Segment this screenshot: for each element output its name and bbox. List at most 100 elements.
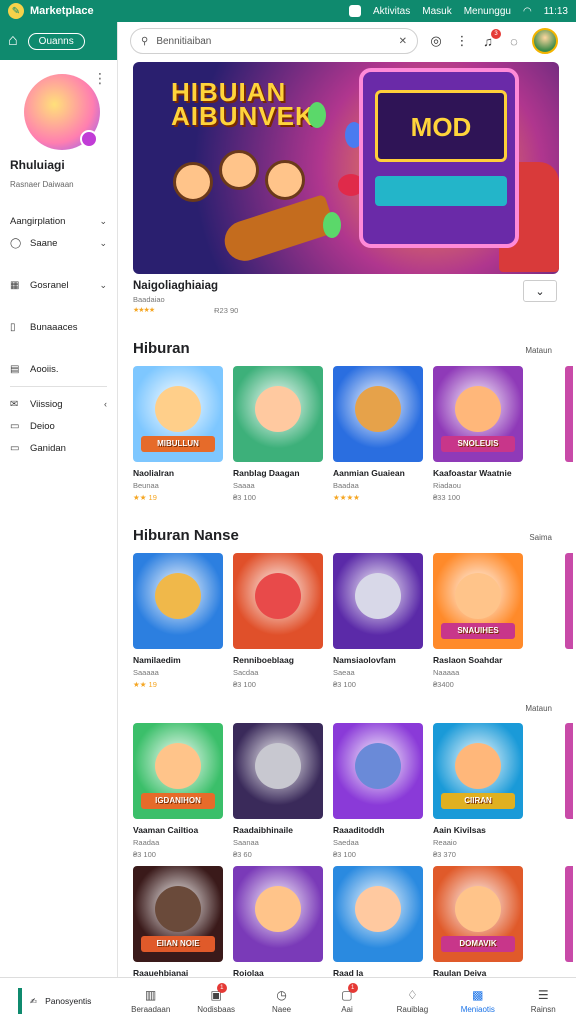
bottom-nav-brand[interactable]: ✍ Panosyentis [0,978,118,1024]
thumbnail-logo-text: SNOLEUIS [441,436,515,452]
character-face [155,573,201,619]
sidebar-item-aangirplation[interactable]: Aangirplation ⌄ [10,210,107,232]
game-thumbnail: IGDANIHON [133,723,223,819]
signature-icon: ✍ [30,995,38,1006]
next-card-peek[interactable] [565,866,573,962]
card-title: Namsiaolovfam [333,655,396,665]
gem-icon [308,102,326,128]
game-card[interactable]: Raadaibhinaile Saanaa ₴3 60 [233,723,323,859]
chat-icon: ◯ [10,237,22,249]
game-thumbnail [233,866,323,962]
expand-button[interactable]: ⌄ [523,280,557,302]
search-icon: ⚲ [141,35,149,47]
account-circle-icon[interactable]: ◎ [428,33,444,49]
thumbnail-logo-text: CIIRAN [441,793,515,809]
bottom-nav-label: Nodisbaas [197,1005,236,1014]
chevron-down-icon: ⌄ [99,237,107,248]
game-card[interactable]: Namsiaolovfam Saeaa ₴3 100 [333,553,423,689]
arcade-screen: MOD [375,90,507,162]
sidebar-item-saane[interactable]: ◯ Saane ⌄ [10,232,107,254]
bottom-nav-item[interactable]: ▢ 1 Aai [314,978,379,1024]
bottom-nav-item[interactable]: ▥ Beraadaan [118,978,183,1024]
game-card[interactable]: IGDANIHON Vaaman Cailtioa Raadaa ₴3 100 [133,723,223,859]
character-face [265,160,305,200]
game-card[interactable]: Raad la [333,866,423,977]
bottom-nav-item[interactable]: ▣ 1 Nodisbaas [183,978,248,1024]
sidebar-item-label: Bunaaaces [30,321,78,333]
card-meta: ₴3400 [433,680,454,689]
card-meta: ★★ 19 [133,680,157,689]
sidebar-pill-button[interactable]: Ouanns [27,32,85,50]
sidebar-item-label: Ganidan [30,442,66,454]
game-card[interactable]: Raaaditoddh Saedaa ₴3 100 [333,723,423,859]
home-icon[interactable]: ⌂ [8,32,18,50]
sidebar-item-aooiis[interactable]: ▤ Aooiis. [10,358,107,380]
see-more-link[interactable]: Mataun [525,346,552,355]
bottom-nav-item[interactable]: ☰ Rainsn [511,978,576,1024]
game-card[interactable]: Namilaedim Saaaaa ★★ 19 [133,553,223,689]
game-thumbnail: EIIAN NOIE [133,866,223,962]
game-card[interactable]: DOMAVIK Raulan Deiva [433,866,523,977]
see-more-link[interactable]: Saima [529,533,552,542]
search-input[interactable]: ⚲ Bennitiaiban ✕ [130,28,418,54]
card-subtitle: Reaaio [433,838,457,847]
game-card[interactable]: SNOLEUIS Kaafoastar Waatnie Riadaou ₴33 100 [433,366,523,502]
clipboard-icon: ▤ [10,363,20,375]
bottom-nav-item[interactable]: ▩ Meniaotis [445,978,510,1024]
doc-icon: ▯ [10,321,16,333]
see-more-link[interactable]: Mataun [525,704,552,713]
game-card[interactable]: Ranblag Daagan Saaaa ₴3 100 [233,366,323,502]
more-options-icon[interactable]: ⋮ [93,70,107,87]
game-thumbnail [233,723,323,819]
next-card-peek[interactable] [565,553,573,649]
hero-banner[interactable]: HIBUIAN AIBUNVEK MOD [133,62,559,274]
card-title: Raulan Deiva [433,968,487,977]
thumbnail-logo-text: MIBULLUN [141,436,215,452]
sidebar-item-ganidan[interactable]: ▭ Ganidan [10,437,107,459]
character-face [355,886,401,932]
help-icon[interactable]: ◌ [506,34,522,49]
sidebar-item-gosranel[interactable]: ▦ Gosranel ⌄ [10,274,107,296]
card-title: Raslaon Soahdar [433,655,503,665]
card-title: Kaafoastar Waatnie [433,468,512,478]
card-subtitle: Beunaa [133,481,159,490]
user-avatar[interactable] [532,28,558,54]
card-meta: ★★ 19 [133,493,157,502]
bottom-nav-item[interactable]: ◷ Naee [249,978,314,1024]
game-card[interactable]: CIIRAN Aain Kivilsas Reaaio ₴3 370 [433,723,523,859]
sidebar-item-deioo[interactable]: ▭ Deioo [10,415,107,437]
game-card[interactable]: Renniboeblaag Sacdaa ₴3 100 [233,553,323,689]
next-card-peek[interactable] [565,723,573,819]
clock-icon: ◷ [276,988,287,1002]
sidebar-item-viissiog[interactable]: ✉ Viissiog ‹ [10,393,107,415]
game-card[interactable]: Aanmian Guaiean Baadaa ★★★★ [333,366,423,502]
notification-bell-icon[interactable]: ♫ 3 [480,28,501,49]
card-subtitle: Saaaaa [133,668,159,677]
more-vert-icon[interactable]: ⋮ [454,33,470,49]
character-face [355,386,401,432]
card-subtitle: Saaaa [233,481,255,490]
building-icon: ▥ [145,988,157,1002]
game-card[interactable]: Roiolaa [233,866,323,977]
app-name: Marketplace [30,5,94,17]
sidebar-menu: Aangirplation ⌄ ◯ Saane ⌄ ▦ Gosranel ⌄ ▯… [0,210,117,459]
game-card[interactable]: EIIAN NOIE Raauehbianai [133,866,223,977]
card-meta: ₴3 100 [133,850,156,859]
sidebar-item-bunaaaces[interactable]: ▯ Bunaaaces [10,316,107,338]
game-card[interactable]: MIBULLUN Naolialran Beunaa ★★ 19 [133,366,223,502]
brand-bar [18,988,22,1014]
grid-icon: ▦ [10,279,20,291]
card-meta: ₴3 100 [333,850,356,859]
game-card[interactable]: SNAUIHES Raslaon Soahdar Naaaaa ₴3400 [433,553,523,689]
chevron-left-icon: ‹ [104,399,107,409]
bottom-nav-item[interactable]: ♢ Rauiblag [380,978,445,1024]
featured-meta: ★★★★ Ɍ23 90 [133,306,559,315]
clear-icon[interactable]: ✕ [399,36,407,47]
chevron-down-icon: ⌄ [99,279,107,290]
profile-avatar[interactable] [24,74,100,150]
next-card-peek[interactable] [565,366,573,462]
bottom-nav-brand-label: Panosyentis [45,996,92,1006]
bottom-nav-items: ▥ Beraadaan ▣ 1 Nodisbaas ◷ Naee ▢ 1 Aai ♢ Rauiblag… [118,978,576,1024]
featured-subtitle: Baadaiao [133,295,165,304]
character-face [255,573,301,619]
